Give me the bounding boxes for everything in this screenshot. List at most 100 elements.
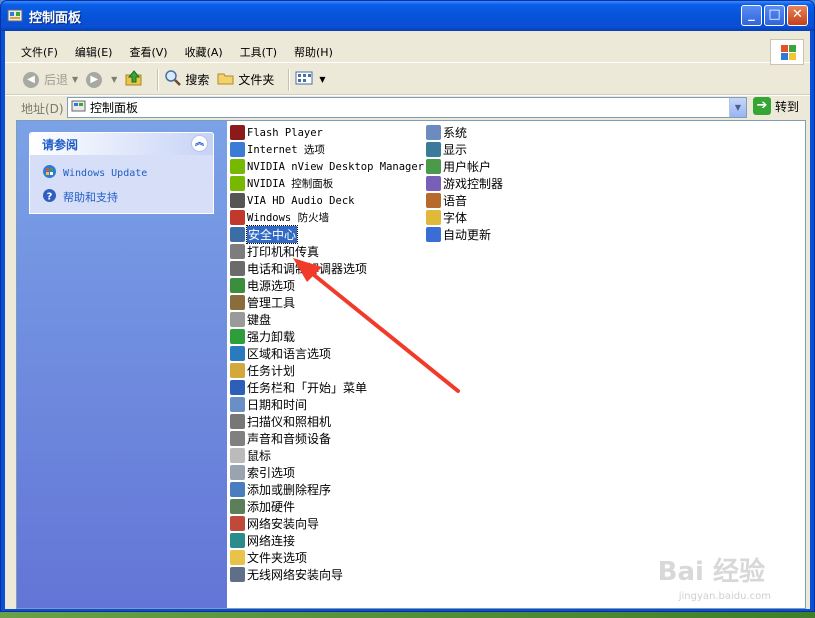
control-panel-item[interactable]: 强力卸载 bbox=[230, 328, 424, 345]
control-panel-item-label: 安全中心 bbox=[245, 225, 299, 244]
control-panel-item[interactable]: 安全中心 bbox=[230, 225, 424, 244]
collapse-chevron-icon[interactable]: ︽ bbox=[191, 135, 208, 152]
back-button[interactable]: ◀ 后退 ▼ bbox=[23, 71, 78, 88]
control-panel-item-label: Windows 防火墙 bbox=[247, 212, 330, 224]
control-panel-item[interactable]: 电源选项 bbox=[230, 277, 424, 294]
address-dropdown-icon[interactable]: ▼ bbox=[729, 98, 746, 117]
control-panel-list-column-1: Flash Player Internet 选项 NVIDIA nView Desk… bbox=[230, 124, 424, 583]
minimize-button[interactable]: _ bbox=[741, 5, 762, 26]
game-controller-icon bbox=[426, 176, 441, 191]
flash-player-icon bbox=[230, 125, 245, 140]
control-panel-item[interactable]: 网络连接 bbox=[230, 532, 424, 549]
control-panel-item[interactable]: 添加硬件 bbox=[230, 498, 424, 515]
sound-icon bbox=[230, 431, 245, 446]
windows-update-icon bbox=[42, 164, 57, 182]
control-panel-item[interactable]: 添加或删除程序 bbox=[230, 481, 424, 498]
power-options-icon bbox=[230, 278, 245, 293]
control-panel-item[interactable]: 无线网络安装向导 bbox=[230, 566, 424, 583]
control-panel-item-label: 文件夹选项 bbox=[247, 551, 308, 565]
menu-edit[interactable]: 编辑(E) bbox=[75, 44, 113, 60]
control-panel-item[interactable]: 扫描仪和照相机 bbox=[230, 413, 424, 430]
control-panel-item[interactable]: NVIDIA 控制面板 bbox=[230, 175, 424, 192]
wireless-setup-icon bbox=[230, 567, 245, 582]
control-panel-item-label: 鼠标 bbox=[247, 449, 272, 463]
security-center-icon bbox=[230, 227, 245, 242]
task-pane: 请参阅 ︽ Windows Update ? 帮助和支持 bbox=[17, 121, 227, 608]
control-panel-item-label: 电话和调制解调器选项 bbox=[247, 262, 368, 276]
close-button[interactable]: ✕ bbox=[787, 5, 808, 26]
control-panel-item-label: 用户帐户 bbox=[443, 160, 492, 174]
control-panel-item-label: 添加或删除程序 bbox=[247, 483, 332, 497]
control-panel-item[interactable]: 游戏控制器 bbox=[426, 175, 503, 192]
control-panel-item[interactable]: 任务计划 bbox=[230, 362, 424, 379]
content-area: 请参阅 ︽ Windows Update ? 帮助和支持 Flash Playe… bbox=[16, 120, 806, 609]
control-panel-item[interactable]: 鼠标 bbox=[230, 447, 424, 464]
toolbar: ◀ 后退 ▼ ▶ ▼ 搜索 文件夹 ▼ bbox=[5, 64, 810, 96]
views-button[interactable]: ▼ bbox=[295, 70, 326, 89]
menu-help[interactable]: 帮助(H) bbox=[294, 44, 333, 60]
control-panel-item-label: NVIDIA 控制面板 bbox=[247, 178, 334, 190]
title-bar[interactable]: 控制面板 _ □ ✕ bbox=[1, 1, 814, 31]
menu-favorites[interactable]: 收藏(A) bbox=[185, 44, 223, 60]
control-panel-item[interactable]: 语音 bbox=[426, 192, 503, 209]
control-panel-item[interactable]: 管理工具 bbox=[230, 294, 424, 311]
search-button[interactable]: 搜索 bbox=[164, 69, 209, 90]
control-panel-item-label: Internet 选项 bbox=[247, 144, 325, 156]
address-label: 地址(D) bbox=[21, 101, 64, 116]
help-support-label: 帮助和支持 bbox=[63, 191, 118, 204]
forward-dropdown-icon[interactable]: ▼ bbox=[111, 75, 117, 84]
up-button[interactable] bbox=[125, 69, 143, 90]
control-panel-item[interactable]: 系统 bbox=[426, 124, 503, 141]
control-panel-item[interactable]: Windows 防火墙 bbox=[230, 209, 424, 226]
control-panel-item[interactable]: 区域和语言选项 bbox=[230, 345, 424, 362]
keyboard-icon bbox=[230, 312, 245, 327]
sidebar-link-help-support[interactable]: ? 帮助和支持 bbox=[42, 188, 213, 206]
folder-up-icon bbox=[125, 69, 143, 90]
address-input[interactable]: 控制面板 ▼ bbox=[67, 97, 747, 118]
maximize-button[interactable]: □ bbox=[764, 5, 785, 26]
sidebar-link-windows-update[interactable]: Windows Update bbox=[42, 164, 213, 182]
taskbar-icon bbox=[230, 380, 245, 395]
region-language-icon bbox=[230, 346, 245, 361]
back-dropdown-icon[interactable]: ▼ bbox=[72, 75, 78, 84]
control-panel-item-label: 键盘 bbox=[247, 313, 272, 327]
toolbar-separator bbox=[288, 68, 290, 91]
control-panel-item[interactable]: Flash Player bbox=[230, 124, 424, 141]
menu-file[interactable]: 文件(F) bbox=[21, 44, 58, 60]
control-panel-item-label: Flash Player bbox=[247, 126, 323, 139]
control-panel-item[interactable]: 打印机和传真 bbox=[230, 243, 424, 260]
control-panel-item[interactable]: 电话和调制解调器选项 bbox=[230, 260, 424, 277]
control-panel-item[interactable]: 索引选项 bbox=[230, 464, 424, 481]
control-panel-item-label: 打印机和传真 bbox=[247, 245, 320, 259]
control-panel-item[interactable]: 文件夹选项 bbox=[230, 549, 424, 566]
firewall-icon bbox=[230, 210, 245, 225]
control-panel-item[interactable]: 显示 bbox=[426, 141, 503, 158]
via-audio-icon bbox=[230, 193, 245, 208]
network-connections-icon bbox=[230, 533, 245, 548]
control-panel-item[interactable]: 字体 bbox=[426, 209, 503, 226]
control-panel-item[interactable]: 用户帐户 bbox=[426, 158, 503, 175]
views-dropdown-icon[interactable]: ▼ bbox=[319, 75, 325, 84]
windows-update-label: Windows Update bbox=[63, 167, 148, 179]
control-panel-item[interactable]: 网络安装向导 bbox=[230, 515, 424, 532]
menu-view[interactable]: 查看(V) bbox=[129, 44, 167, 60]
control-panel-item-label: 网络连接 bbox=[247, 534, 296, 548]
control-panel-item[interactable]: VIA HD Audio Deck bbox=[230, 192, 424, 209]
control-panel-item[interactable]: Internet 选项 bbox=[230, 141, 424, 158]
menu-tools[interactable]: 工具(T) bbox=[240, 44, 277, 60]
control-panel-item[interactable]: 任务栏和「开始」菜单 bbox=[230, 379, 424, 396]
control-panel-item[interactable]: 日期和时间 bbox=[230, 396, 424, 413]
control-panel-item[interactable]: NVIDIA nView Desktop Manager bbox=[230, 158, 424, 175]
forward-button[interactable]: ▶ ▼ bbox=[86, 71, 117, 88]
views-icon bbox=[295, 70, 315, 89]
search-label: 搜索 bbox=[185, 73, 210, 87]
control-panel-item[interactable]: 键盘 bbox=[230, 311, 424, 328]
go-button[interactable]: ➔ 转到 bbox=[753, 97, 799, 115]
menu-bar: 文件(F) 编辑(E) 查看(V) 收藏(A) 工具(T) 帮助(H) bbox=[5, 41, 810, 63]
control-panel-item[interactable]: 声音和音频设备 bbox=[230, 430, 424, 447]
control-panel-list-column-2: 系统 显示用户帐户 游戏控制器 语音 字体 自动更新 bbox=[426, 124, 503, 243]
folders-button[interactable]: 文件夹 bbox=[217, 69, 274, 90]
see-also-header[interactable]: 请参阅 ︽ bbox=[30, 133, 213, 155]
control-panel-item[interactable]: 自动更新 bbox=[426, 226, 503, 243]
help-icon: ? bbox=[42, 188, 57, 206]
